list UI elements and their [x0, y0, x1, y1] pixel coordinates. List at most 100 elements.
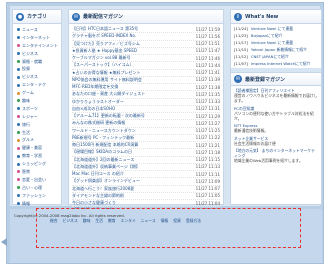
magazine-date: 11/27 11:33 [195, 99, 220, 105]
magazine-link[interactable]: 【北海道道外】2回の最新ニュース [72, 157, 184, 163]
magazine-date: 11/27 11:13 [195, 164, 220, 170]
latest-magazine-row: Mac Mac 日刊コース の紹介 11/27 11:11 [72, 171, 220, 179]
category-item[interactable]: 占い・心理 [17, 184, 61, 192]
magazine-link[interactable]: 【アルーム71】更新の転載・次の最新号 [72, 113, 184, 119]
category-item[interactable]: ビジネス [17, 50, 61, 58]
whats-new-link[interactable]: Venture Now! にて連載 [251, 40, 293, 47]
category-item[interactable]: グルメ [17, 136, 61, 144]
magazine-link[interactable]: ★投資新人塾 ★ Happy基金 SPEED [72, 48, 184, 54]
magazine-link[interactable]: 毎日1500円 新規配信 本格的CR演算 [72, 142, 184, 148]
category-item[interactable]: ニュース [17, 26, 61, 34]
category-item[interactable]: 情報 [17, 200, 61, 208]
latest-magazine-row: 【日刊】HTC日本語ニュース 第35号 11/27 11:59 [72, 26, 220, 34]
magazine-link[interactable]: 【現場目線】SKIDAのコラムの日 [72, 149, 184, 155]
category-label: グルメ [22, 137, 34, 143]
highlight-annotation [36, 208, 301, 248]
magazine-date: 11/27 11:21 [195, 142, 220, 148]
category-title: カテゴリ [27, 14, 48, 20]
magazine-link[interactable]: みんなの株式総研 更新の情報 [72, 120, 184, 126]
category-item[interactable]: エンタ・テク [17, 81, 61, 89]
magazine-link[interactable]: グラチャ脳をボ SPEED-INDEX No. [72, 33, 184, 39]
category-item[interactable]: スポーツ [17, 105, 61, 113]
category-item[interactable]: インターネット [17, 34, 61, 42]
category-item[interactable]: 教育・学習 [17, 152, 61, 160]
magazine-link[interactable]: 自由×成功の日本SOHO [72, 106, 184, 112]
magazine-date: 11/27 11:47 [195, 48, 220, 54]
category-label: 教育・学習 [22, 153, 42, 159]
right-panel: i What's New [11/24] Venture Now! にて連載 [11… [230, 9, 322, 205]
whats-new-date: [11/15] [234, 47, 248, 52]
category-item[interactable]: ゲーム [17, 89, 61, 97]
whats-new-link[interactable]: CNET JAPANにて紹介 [251, 54, 289, 61]
magazine-link[interactable]: ★占いのお得な情報 ★無料プレゼント [72, 70, 184, 76]
magazine-link[interactable]: 北海道へ行こう！家族旅行2008夏 [72, 186, 184, 192]
magazine-link[interactable]: ダイアモンドな主婦の節約術 [72, 193, 184, 199]
category-item[interactable]: 旅行 [17, 121, 61, 129]
magazine-link[interactable]: 【見つけた】売りアフィ／ビズ号シム [72, 41, 184, 47]
magazine-link[interactable]: Mac Mac 日刊コース の紹介 [72, 171, 184, 177]
magazine-date: 11/27 11:18 [195, 149, 220, 155]
bullet-icon [17, 107, 20, 111]
magazine-link[interactable]: 【スーパーストック】（ハイコム） [72, 62, 184, 68]
category-item[interactable]: 生活 [17, 129, 61, 137]
latest-magazine-row: 今日の小さな健康づくり 11/27 11:04 [72, 200, 220, 208]
latest-magazine-row: グラチャ脳をボ SPEED-INDEX No. 11/27 11:56 [72, 33, 220, 41]
category-label: 情報 [22, 200, 30, 206]
latest-magazine-row: PBE新規号 PC・フィンテック最新 11/27 11:22 [72, 135, 220, 142]
magazine-date: 11/27 11:31 [195, 106, 220, 112]
category-label: 健康・美容 [22, 145, 42, 151]
category-item[interactable]: ビジネス [17, 73, 61, 81]
latest-magazine-row: あなたの口座・資産 大公開ダイジェスト 11/27 11:35 [72, 91, 220, 99]
category-list: ニュース インターネット エンタテインメント ビジネス 資格・就職 投資 ビジネス エンタ・テ… [13, 24, 61, 223]
magazine-date: 11/27 11:51 [195, 41, 220, 47]
new-magazine-item: NTT Express 最新通信技術情報。 [234, 123, 318, 133]
magazine-link[interactable]: PBE新規号 PC・フィンテック最新 [72, 135, 184, 141]
category-item[interactable]: 恋愛・出会い [17, 176, 61, 184]
magazine-date: 11/27 11:09 [195, 178, 220, 184]
latest-magazine-list: 【日刊】HTC日本語ニュース 第35号 11/27 11:59 グラチャ脳をボ SP… [69, 24, 223, 222]
whats-new-title: What's New [245, 13, 279, 20]
latest-magazine-row: 【北海道道外】2回の最新ニュース 11/27 11:15 [72, 157, 220, 164]
category-label: ビジネス [22, 50, 38, 56]
whats-new-item: [11/12] CNET JAPANにて紹介 [234, 54, 318, 61]
category-item[interactable]: 資格・就職 [17, 58, 61, 66]
whats-new-header: i What's New [231, 10, 321, 24]
magazine-link[interactable]: あなたの口座・資産 大公開ダイジェスト [72, 91, 184, 97]
magazine-date: 11/27 11:27 [195, 120, 220, 126]
category-item[interactable]: 趣味 [17, 97, 61, 105]
category-item[interactable]: ファッション [17, 192, 61, 200]
latest-magazine-row: NPO協会の無料運用 サイト無料説明会 11/27 11:39 [72, 77, 220, 84]
page: ● カテゴリ ニュース インターネット エンタテインメント ビジネス 資格・就職 投資 ビジ… [0, 0, 329, 278]
latest-magazine-row: 毎日1500円 新規配信 本格的CR演算 11/27 11:21 [72, 142, 220, 150]
latest-magazine-panel: ✉ 最新配信マガジン 【日刊】HTC日本語ニュース 第35号 11/27 11:5… [68, 9, 224, 229]
category-item[interactable]: 懸賞 [17, 168, 61, 176]
category-item[interactable]: レジャー [17, 113, 61, 121]
category-item[interactable]: ショッピング [17, 160, 61, 168]
category-item[interactable]: 投資 [17, 65, 61, 73]
magazine-link[interactable]: 【北海道道外】収納事業ページ【期】 [72, 164, 184, 170]
magazine-link[interactable]: 今日の小さな健康づくり [72, 200, 184, 206]
magazine-link[interactable]: MFC-RED年期限定を交換 [72, 84, 184, 90]
new-magazine-title: 最新登録マガジン [245, 76, 286, 83]
latest-magazine-row: 自由×成功の日本SOHO 11/27 11:31 [72, 106, 220, 113]
magazine-link[interactable]: NPO協会の無料運用 サイト無料説明会 [72, 77, 184, 83]
whats-new-link[interactable]: Venture Now! にて連載 [251, 26, 293, 33]
whats-new-link[interactable]: Yahoo! Japan 新着情報にて紹介 [251, 47, 307, 54]
magazine-link[interactable]: ケーブルマガジン vol.88 最新号 [72, 55, 184, 61]
category-label: エンタ・テク [22, 82, 46, 88]
content-area: ● カテゴリ ニュース インターネット エンタテインメント ビジネス 資格・就職 投資 ビジ… [10, 6, 322, 229]
whats-new-link[interactable]: impress Internet Watchにて紹介 [251, 61, 310, 68]
bullet-icon [17, 28, 20, 32]
magazine-link[interactable]: ゆかりりょうラストオーダー [72, 99, 184, 105]
bullet-icon [17, 83, 20, 87]
bullet-icon [17, 44, 20, 48]
new-magazine-link[interactable]: 【地方の元気】 まちのインターネットマーケティング [234, 148, 318, 158]
magazine-link[interactable]: ワールド・ニュースカウントダウン [72, 128, 184, 134]
bullet-icon [17, 162, 20, 166]
category-item[interactable]: エンタテインメント [17, 42, 61, 50]
magazine-link[interactable]: 【グッド倶楽部】オンラインデビュー [72, 178, 184, 184]
whats-new-link[interactable]: BizJapanにて紹介 [251, 33, 282, 40]
category-item[interactable]: 健康・美容 [17, 144, 61, 152]
magazine-link[interactable]: 【日刊】HTC日本語ニュース 第35号 [72, 26, 184, 32]
bullet-icon [17, 115, 20, 119]
